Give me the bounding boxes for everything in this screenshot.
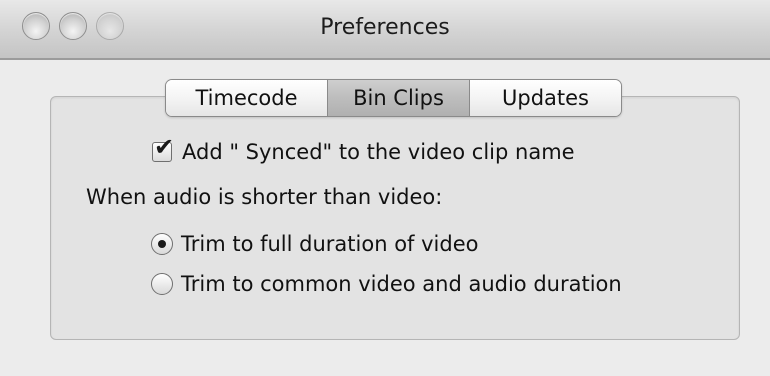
radio-common-row[interactable]: Trim to common video and audio duration: [151, 272, 622, 296]
checkmark-icon: ✔: [154, 133, 175, 161]
preferences-window: Preferences Timecode Bin Clips Updates ✔…: [0, 0, 770, 376]
radio-full-label: Trim to full duration of video: [181, 232, 479, 256]
radio-full-row[interactable]: Trim to full duration of video: [151, 232, 478, 256]
radio-full-button[interactable]: [151, 233, 173, 255]
add-synced-label: Add " Synced" to the video clip name: [182, 140, 575, 164]
tab-bar: Timecode Bin Clips Updates: [165, 79, 622, 117]
add-synced-checkbox[interactable]: ✔: [152, 135, 174, 162]
radio-common-label: Trim to common video and audio duration: [181, 272, 622, 296]
tab-updates[interactable]: Updates: [470, 80, 621, 116]
add-synced-row[interactable]: ✔ Add " Synced" to the video clip name: [152, 135, 575, 164]
tab-bin-clips[interactable]: Bin Clips: [328, 80, 470, 116]
window-title: Preferences: [320, 15, 450, 40]
title-bar[interactable]: Preferences: [0, 0, 770, 60]
radio-selected-dot-icon: [158, 240, 166, 248]
radio-common-button[interactable]: [151, 273, 173, 295]
tab-timecode[interactable]: Timecode: [166, 80, 328, 116]
audio-shorter-heading-row: When audio is shorter than video:: [86, 185, 442, 209]
audio-shorter-heading: When audio is shorter than video:: [86, 185, 443, 209]
